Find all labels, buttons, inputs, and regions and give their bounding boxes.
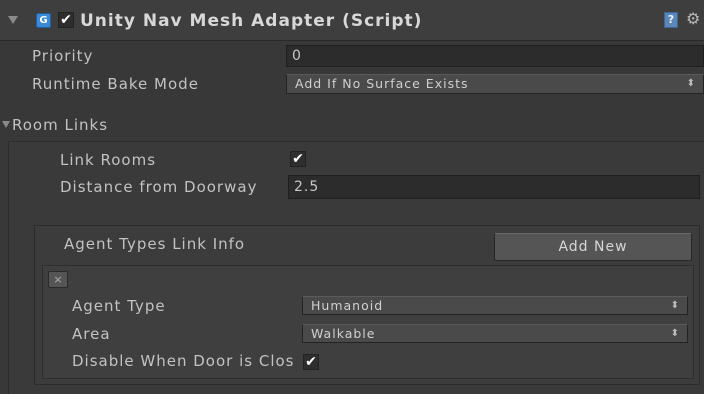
room-links-foldout[interactable]: Room Links xyxy=(12,116,108,134)
agent-types-label: Agent Types Link Info xyxy=(64,235,246,253)
disable-when-door-closed-checkbox[interactable]: ✔ xyxy=(303,354,319,370)
agent-type-dropdown[interactable]: Humanoid ⬍ xyxy=(302,296,688,315)
dropdown-arrows-icon: ⬍ xyxy=(670,300,680,311)
gear-icon[interactable]: ⚙ xyxy=(686,9,700,28)
area-dropdown[interactable]: Walkable ⬍ xyxy=(302,324,688,343)
remove-entry-button[interactable]: × xyxy=(48,271,68,288)
distance-from-doorway-field[interactable]: 2.5 xyxy=(288,175,700,199)
priority-label: Priority xyxy=(32,47,94,65)
link-rooms-label: Link Rooms xyxy=(60,151,157,169)
room-links-foldout-arrow-icon[interactable] xyxy=(2,121,10,128)
script-icon: G xyxy=(36,13,51,28)
component-foldout-arrow-icon[interactable] xyxy=(8,16,18,24)
component-title: Unity Nav Mesh Adapter (Script) xyxy=(80,11,423,31)
priority-field[interactable]: 0 xyxy=(286,45,704,67)
dropdown-arrows-icon: ⬍ xyxy=(686,78,696,89)
agent-type-value: Humanoid xyxy=(311,298,384,313)
runtime-bake-mode-dropdown[interactable]: Add If No Surface Exists ⬍ xyxy=(286,74,704,94)
distance-from-doorway-label: Distance from Doorway xyxy=(60,178,258,196)
link-rooms-checkbox[interactable]: ✔ xyxy=(290,151,306,167)
runtime-bake-mode-label: Runtime Bake Mode xyxy=(32,75,199,93)
component-enabled-checkbox[interactable]: ✔ xyxy=(58,12,74,28)
add-new-button[interactable]: Add New xyxy=(494,233,692,261)
area-label: Area xyxy=(72,325,111,343)
help-icon[interactable]: ? xyxy=(664,12,678,28)
agent-type-label: Agent Type xyxy=(72,297,166,315)
runtime-bake-mode-value: Add If No Surface Exists xyxy=(295,76,469,91)
area-value: Walkable xyxy=(311,326,376,341)
disable-when-door-closed-label: Disable When Door is Clos xyxy=(72,352,295,370)
dropdown-arrows-icon: ⬍ xyxy=(670,328,680,339)
